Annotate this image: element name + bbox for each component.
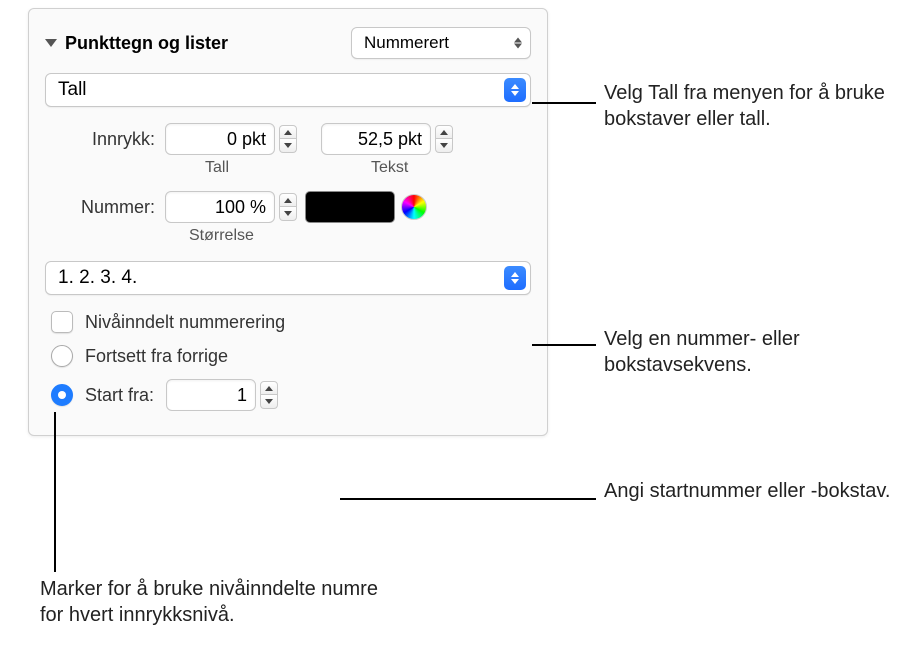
callout-line xyxy=(532,344,596,346)
number-row: Nummer: xyxy=(45,191,531,223)
indent-sublabels: Tall Tekst xyxy=(175,159,531,177)
start-from-row[interactable]: Start fra: xyxy=(45,379,531,411)
color-picker-icon[interactable] xyxy=(401,194,427,220)
number-type-value: Tall xyxy=(58,79,87,101)
indent-tekst-sublabel: Tekst xyxy=(315,159,465,177)
indent-tall-input[interactable] xyxy=(165,123,275,155)
tiered-numbering-checkbox[interactable] xyxy=(51,311,73,333)
number-size-stepper[interactable] xyxy=(279,193,297,221)
callout-text: Angi startnummer eller -bokstav. xyxy=(604,478,894,504)
number-size-input[interactable] xyxy=(165,191,275,223)
sequence-select[interactable]: 1. 2. 3. 4. xyxy=(45,261,531,295)
list-type-value: Nummerert xyxy=(364,33,449,53)
continue-label: Fortsett fra forrige xyxy=(85,346,228,367)
start-from-stepper[interactable] xyxy=(260,381,278,409)
callout-text: Velg Tall fra menyen for å bruke bokstav… xyxy=(604,80,894,132)
indent-tall-sublabel: Tall xyxy=(175,159,315,177)
indent-row: Innrykk: xyxy=(45,123,531,155)
chevron-updown-icon xyxy=(504,78,526,102)
chevron-updown-icon xyxy=(514,38,522,49)
number-label: Nummer: xyxy=(45,197,165,218)
tiered-numbering-label: Nivåinndelt nummerering xyxy=(85,312,285,333)
list-type-select[interactable]: Nummerert xyxy=(351,27,531,59)
start-from-label: Start fra: xyxy=(85,385,154,406)
chevron-updown-icon xyxy=(504,266,526,290)
start-from-input[interactable] xyxy=(166,379,256,411)
tiered-numbering-row[interactable]: Nivåinndelt nummerering xyxy=(45,311,531,333)
section-header: Punkttegn og lister Nummerert xyxy=(45,27,531,59)
indent-tekst-input[interactable] xyxy=(321,123,431,155)
continue-from-previous-row[interactable]: Fortsett fra forrige xyxy=(45,345,531,367)
callout-text: Velg en nummer- eller bokstavsekvens. xyxy=(604,326,894,378)
continue-radio[interactable] xyxy=(51,345,73,367)
callout-line xyxy=(532,102,596,104)
disclosure-triangle-icon[interactable] xyxy=(45,39,57,47)
number-type-select[interactable]: Tall xyxy=(45,73,531,107)
callout-text: Marker for å bruke nivåinndelte numre fo… xyxy=(40,576,400,628)
indent-tall-stepper[interactable] xyxy=(279,125,297,153)
start-from-radio[interactable] xyxy=(51,384,73,406)
callout-line xyxy=(54,412,56,572)
callout-line xyxy=(340,498,596,500)
section-title: Punkttegn og lister xyxy=(65,33,351,54)
bullets-lists-panel: Punkttegn og lister Nummerert Tall Innry… xyxy=(28,8,548,436)
number-color-well[interactable] xyxy=(305,191,395,223)
sequence-value: 1. 2. 3. 4. xyxy=(58,267,137,289)
number-size-sublabel: Størrelse xyxy=(175,227,531,245)
indent-label: Innrykk: xyxy=(45,129,165,150)
indent-tekst-stepper[interactable] xyxy=(435,125,453,153)
